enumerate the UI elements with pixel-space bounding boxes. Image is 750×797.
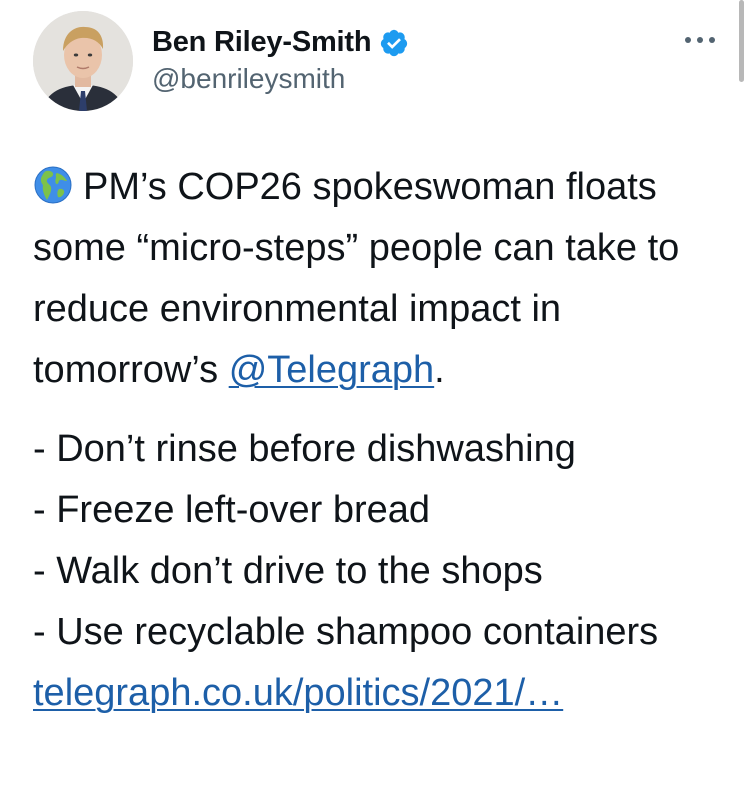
list-item: - Freeze left-over bread [33,489,431,531]
tweet-text-period: . [434,349,445,391]
article-link[interactable]: telegraph.co.uk/politics/2021/… [33,672,563,714]
avatar-image [33,11,133,111]
author-handle[interactable]: @benrileysmith [152,63,345,95]
more-options-button[interactable] [680,30,720,50]
author-name-row[interactable]: Ben Riley-Smith [152,26,409,59]
tweet-paragraph: PM’s COP26 spokeswoman floats some “micr… [33,157,723,401]
list-item: - Walk don’t drive to the shops [33,550,543,592]
list-item: - Don’t rinse before dishwashing [33,428,576,470]
tweet-list: - Don’t rinse before dishwashing - Freez… [33,419,723,724]
avatar[interactable] [33,11,133,111]
verified-badge-icon [381,29,408,56]
author-display-name[interactable]: Ben Riley-Smith [152,26,372,59]
more-dots-icon [685,37,715,43]
telegraph-mention-link[interactable]: @Telegraph [229,349,434,391]
tweet-text: PM’s COP26 spokeswoman floats some “micr… [33,157,723,724]
scrollbar[interactable] [739,0,744,82]
tweet: Ben Riley-Smith @benrileysmith PM’s COP2… [0,0,750,797]
globe-icon [34,166,72,204]
list-item: - Use recyclable shampoo containers [33,611,659,653]
